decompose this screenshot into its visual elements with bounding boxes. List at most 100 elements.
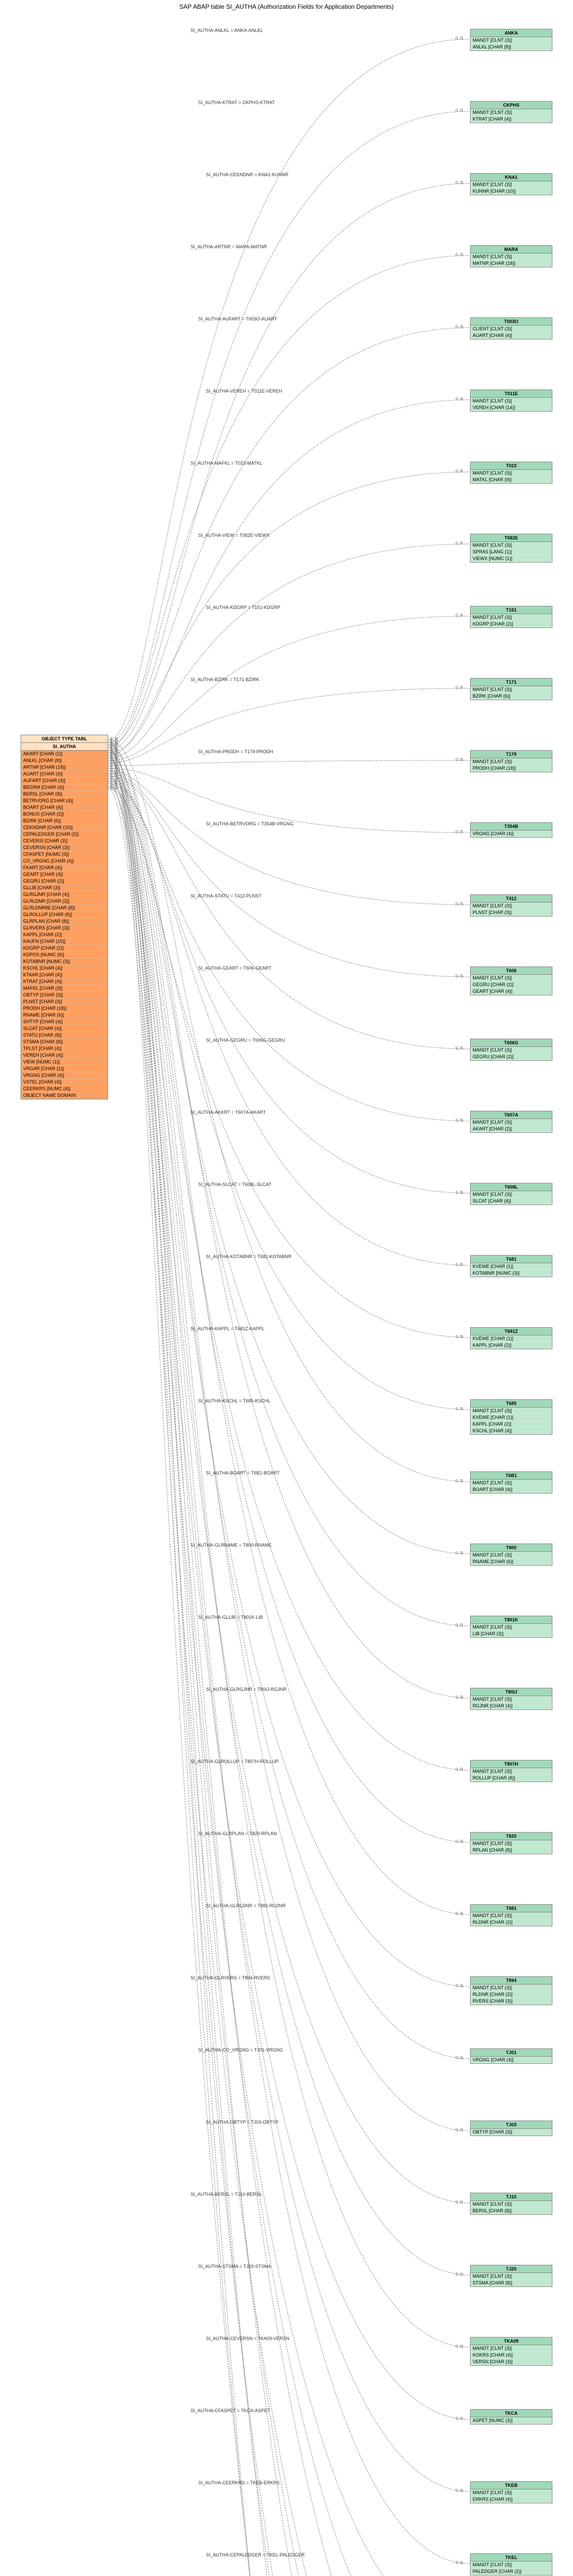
source-row: CO_VRGNG [CHAR (4)]	[21, 858, 108, 865]
target-table: T023MANDT [CLNT (3)]MATKL [CHAR (9)]	[470, 462, 552, 484]
target-row: MANDT [CLNT (3)]	[471, 1047, 552, 1054]
source-row: VSTEL [CHAR (4)]	[21, 1079, 108, 1086]
edge-label: SI_AUTHA-STATU = T412-PLNST	[190, 893, 262, 899]
target-header: T801K	[471, 1616, 552, 1624]
source-row: MAFKL [CHAR (3)]	[21, 985, 108, 992]
target-row: VIEWX [NUMC (1)]	[471, 555, 552, 562]
target-row: RNAME [CHAR (6)]	[471, 1558, 552, 1565]
source-row: KDGRP [CHAR (2)]	[21, 945, 108, 952]
cardinality-tgt: 0..N	[456, 180, 463, 185]
target-row: KAPPL [CHAR (2)]	[471, 1342, 552, 1349]
target-row: MANDT [CLNT (3)]	[471, 2489, 552, 2496]
target-header: TJ03	[471, 2121, 552, 2129]
target-table: T607AMANDT [CLNT (3)]AKART [CHAR (2)]	[470, 1111, 552, 1133]
source-row: BERSL [CHAR (8)]	[21, 791, 108, 798]
source-row: BETRVORG [CHAR (4)]	[21, 798, 108, 804]
target-header: T412	[471, 895, 552, 903]
source-row: ANLKL [CHAR (8)]	[21, 757, 108, 764]
cardinality-tgt: 0..N	[456, 1046, 463, 1050]
target-row: ERKRS [CHAR (4)]	[471, 2496, 552, 2503]
target-table: T800MANDT [CLNT (3)]RNAME [CHAR (6)]	[470, 1544, 552, 1566]
cardinality-tgt: 0..N	[456, 2344, 463, 2349]
source-row: STATU [CHAR (8)]	[21, 1032, 108, 1039]
cardinality-tgt: 0..N	[456, 1479, 463, 1483]
source-row: GLRLDNR [CHAR (2)]	[21, 898, 108, 905]
target-row: MANDT [CLNT (3)]	[471, 614, 552, 621]
target-table: T003OCLIENT [CLNT (3)]AUART [CHAR (4)]	[470, 317, 552, 340]
target-table: KNA1MANDT [CLNT (3)]KUNNR [CHAR (10)]	[470, 173, 552, 195]
target-header: T608L	[471, 1183, 552, 1191]
target-table: TKCAASPET [NUMC (3)]	[470, 2409, 552, 2425]
target-header: T151	[471, 606, 552, 614]
edge-label: SI_AUTHA-GLROLLUP = T807H-ROLLUP	[190, 1759, 279, 1764]
target-table: CKPHSMANDT [CLNT (3)]KTRAT [CHAR (4)]	[470, 101, 552, 123]
edge-label: SI_AUTHA-GLRPLAN = T820-RPLAN	[198, 1831, 277, 1836]
edge-label: SI_AUTHA-SLCAT = T608L-SLCAT	[198, 1182, 271, 1187]
source-row: RNAME [CHAR (6)]	[21, 1012, 108, 1019]
target-table: T6B1MANDT [CLNT (3)]BOART [CHAR (4)]	[470, 1471, 552, 1494]
edge-label: SI_AUTHA-GLLIB = T801K-LIB	[198, 1615, 263, 1620]
target-table: TKA09MANDT [CLNT (3)]KOKRS [CHAR (4)]VER…	[470, 2337, 552, 2366]
target-header: TJ20	[471, 2265, 552, 2273]
target-row: MANDT [CLNT (3)]	[471, 1191, 552, 1198]
target-row: MANDT [CLNT (3)]	[471, 758, 552, 765]
target-row: KVEWE [CHAR (1)]	[471, 1263, 552, 1270]
source-row: VIEW [NUMC (1)]	[21, 1059, 108, 1065]
target-table: T685MANDT [CLNT (3)]KVEWE [CHAR (1)]KAPP…	[470, 1399, 552, 1435]
source-row: ARTNR [CHAR (18)]	[21, 764, 108, 771]
target-row: PRODH [CHAR (18)]	[471, 765, 552, 772]
target-row: MANDT [CLNT (3)]	[471, 181, 552, 188]
edge-label: SI_AUTHA-KDGRP = T151-KDGRP	[206, 605, 280, 610]
edge-label: SI_AUTHA-CEVERSN = TKA09-VERSN	[206, 2336, 289, 2341]
target-row: MANDT [CLNT (3)]	[471, 1408, 552, 1414]
target-row: STSMA [CHAR (8)]	[471, 2280, 552, 2286]
edge-label: SI_AUTHA-KSCHL = T685-KSCHL	[198, 1398, 270, 1403]
source-row: BONUS [CHAR (2)]	[21, 811, 108, 818]
target-header: T606G	[471, 1039, 552, 1047]
target-row: MANDT [CLNT (3)]	[471, 1768, 552, 1775]
source-row: CEKNDNR [CHAR (10)]	[21, 824, 108, 831]
target-header: T820	[471, 1833, 552, 1840]
cardinality-tgt: 0..N	[456, 1839, 463, 1844]
source-header1: OBJECT TYPE TABL	[21, 735, 108, 743]
target-table: T082EMANDT [CLNT (3)]SPRAS [LANG (1)]VIE…	[470, 534, 552, 563]
target-table: TJ20MANDT [CLNT (3)]STSMA [CHAR (8)]	[470, 2265, 552, 2287]
target-row: BZIRK [CHAR (6)]	[471, 693, 552, 700]
target-table: T681ZKVEWE [CHAR (1)]KAPPL [CHAR (2)]	[470, 1327, 552, 1349]
target-header: T6B1	[471, 1472, 552, 1480]
source-row: GLROLLUP [CHAR (8)]	[21, 911, 108, 918]
edge-label: SI_AUTHA-VIEW = T082E-VIEWX	[198, 533, 270, 538]
edge-label: SI_AUTHA-GEART = T606-GEART	[198, 965, 271, 971]
target-table: T894MANDT [CLNT (3)]RLDNR [CHAR (2)]RVER…	[470, 1976, 552, 2005]
target-table: T881MANDT [CLNT (3)]RLDNR [CHAR (2)]	[470, 1904, 552, 1926]
edge-label: SI_AUTHA-GLRLDNR = T881-RLDNR	[206, 1903, 286, 1908]
cardinality-tgt: 0..N	[456, 2056, 463, 2060]
target-row: RGJNR [CHAR (4)]	[471, 1703, 552, 1709]
cardinality-tgt: 0..N	[456, 469, 463, 473]
target-row: OBTYP [CHAR (3)]	[471, 2129, 552, 2136]
target-header: T80IJ	[471, 1688, 552, 1696]
cardinality-src: 0..N	[110, 755, 118, 759]
target-row: CLIENT [CLNT (3)]	[471, 326, 552, 332]
cardinality-tgt: 0..N	[456, 397, 463, 401]
cardinality-src: 0..N	[110, 786, 118, 790]
edge-label: SI_AUTHA-KOTABNR = T681-KOTABNR	[206, 1254, 291, 1259]
target-row: MANDT [CLNT (3)]	[471, 2562, 552, 2568]
source-row: KAPPL [CHAR (2)]	[21, 931, 108, 938]
target-row: KTRAT [CHAR (4)]	[471, 116, 552, 123]
source-row: VEREH [CHAR (4)]	[21, 1052, 108, 1059]
cardinality-tgt: 0..N	[456, 108, 463, 113]
target-row: PALEDGER [CHAR (2)]	[471, 2568, 552, 2575]
target-row: MANDT [CLNT (3)]	[471, 109, 552, 116]
source-row: BEGRM [CHAR (4)]	[21, 784, 108, 791]
target-header: ANKA	[471, 29, 552, 37]
diagram-canvas: OBJECT TYPE TABLSI_AUTHAAKART [CHAR (2)]…	[0, 13, 573, 2576]
target-row: MANDT [CLNT (3)]	[471, 398, 552, 404]
target-table: T151MANDT [CLNT (3)]KDGRP [CHAR (2)]	[470, 606, 552, 628]
source-row: GLRPLAN [CHAR (8)]	[21, 918, 108, 925]
target-row: LIB [CHAR (3)]	[471, 1631, 552, 1637]
target-header: T023	[471, 462, 552, 470]
target-table: T801KMANDT [CLNT (3)]LIB [CHAR (3)]	[470, 1616, 552, 1638]
source-row: CEVERSN [CHAR (3)]	[21, 844, 108, 851]
cardinality-tgt: 0..N	[456, 829, 463, 834]
